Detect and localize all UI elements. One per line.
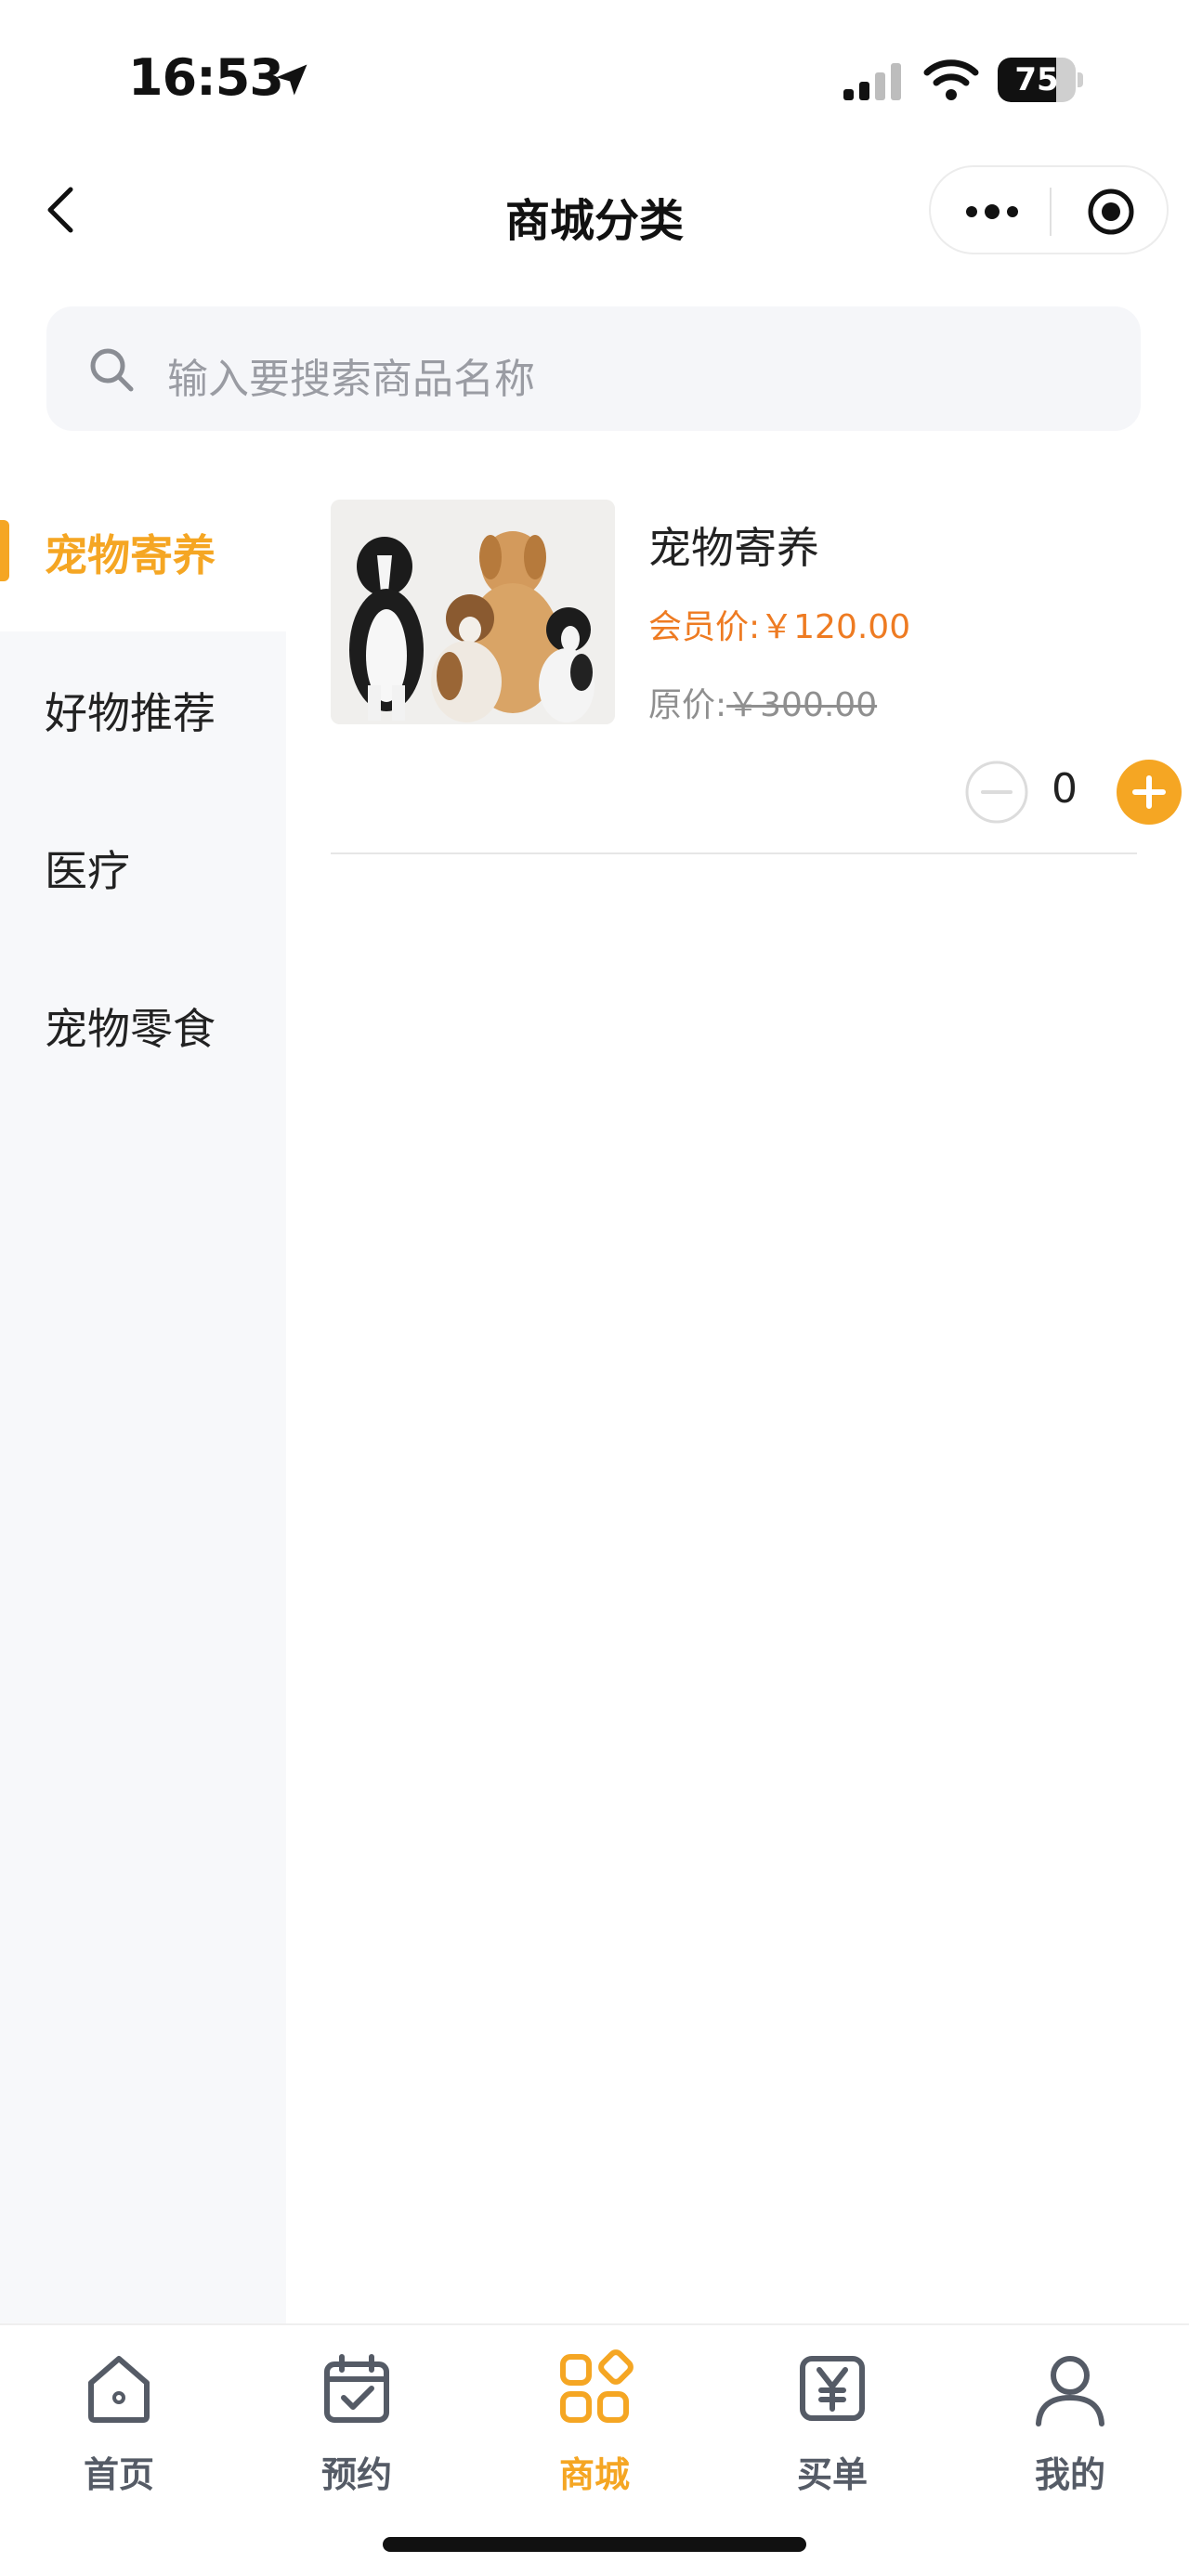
tab-mine[interactable]: 我的 [951, 2336, 1189, 2495]
original-price-label: 原价: [648, 686, 727, 724]
user-icon [1036, 2356, 1104, 2426]
search-input[interactable]: 输入要搜索商品名称 [46, 306, 1141, 431]
product-image[interactable] [331, 500, 615, 724]
close-target-icon[interactable] [1085, 186, 1137, 238]
location-arrow-icon [276, 64, 307, 96]
dogs-illustration [331, 500, 615, 724]
tab-mall[interactable]: 商城 [476, 2336, 713, 2495]
tab-label: 买单 [796, 2454, 868, 2495]
home-indicator[interactable] [383, 2537, 806, 2552]
product-divider [331, 852, 1137, 854]
yen-icon [800, 2356, 865, 2421]
member-price-value: ￥120.00 [760, 608, 911, 646]
battery-level: 75 [1014, 61, 1059, 98]
search-section: 输入要搜索商品名称 [0, 269, 1189, 474]
status-bar: 16:53 75 [0, 0, 1189, 158]
quantity-value: 0 [1052, 765, 1078, 813]
cellular-signal-icon [843, 63, 901, 100]
sidebar-item-medical[interactable]: 医疗 [0, 789, 286, 947]
calendar-check-icon [324, 2354, 389, 2423]
tab-home[interactable]: 首页 [0, 2336, 238, 2495]
tab-label: 我的 [1034, 2454, 1105, 2495]
search-placeholder: 输入要搜索商品名称 [167, 356, 535, 403]
product-name[interactable]: 宠物寄养 [648, 514, 819, 576]
tab-booking[interactable]: 预约 [238, 2336, 476, 2495]
original-price-value: ￥300.00 [726, 686, 878, 724]
product-card[interactable]: 宠物寄养 会员价:￥120.00 原价:￥300.00 0 [331, 500, 1182, 858]
original-price: 原价:￥300.00 [648, 678, 877, 726]
battery-indicator: 75 [998, 58, 1083, 102]
decrease-quantity-button[interactable] [964, 760, 1029, 825]
member-price-label: 会员价: [648, 608, 761, 646]
sidebar-item-label: 医疗 [45, 846, 130, 896]
sidebar-item-label: 好物推荐 [45, 688, 216, 738]
grid-icon [560, 2349, 634, 2423]
sidebar-item-label: 宠物寄养 [45, 530, 216, 580]
active-indicator [0, 520, 9, 581]
sidebar-item-pet-snacks[interactable]: 宠物零食 [0, 947, 286, 1105]
wifi-icon [923, 59, 979, 100]
member-price: 会员价:￥120.00 [648, 600, 910, 648]
sidebar-item-label: 宠物零食 [45, 1004, 216, 1054]
tab-checkout[interactable]: 买单 [713, 2336, 951, 2495]
capsule-divider [1050, 188, 1052, 236]
sidebar-item-recommended[interactable]: 好物推荐 [0, 631, 286, 789]
tab-label: 首页 [83, 2454, 154, 2495]
status-time: 16:53 [128, 48, 284, 107]
search-icon [90, 348, 134, 392]
product-list: 宠物寄养 会员价:￥120.00 原价:￥300.00 0 [286, 474, 1189, 2323]
category-sidebar: 宠物寄养 好物推荐 医疗 宠物零食 [0, 474, 286, 2323]
increase-quantity-button[interactable] [1117, 760, 1182, 825]
home-icon [88, 2356, 150, 2423]
nav-bar: 商城分类 [0, 158, 1189, 269]
tab-label: 商城 [558, 2454, 630, 2495]
tab-label: 预约 [320, 2454, 392, 2495]
mini-program-capsule [929, 165, 1169, 254]
more-dots-icon[interactable] [962, 191, 1022, 232]
sidebar-item-pet-boarding[interactable]: 宠物寄养 [0, 474, 286, 631]
